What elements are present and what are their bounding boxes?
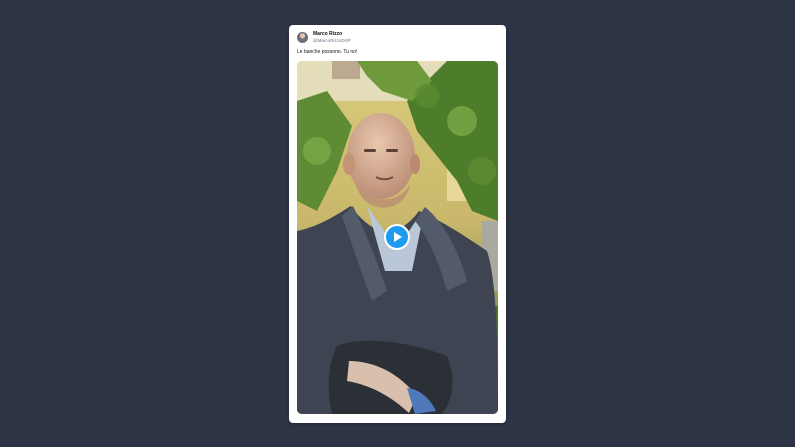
tweet-card[interactable]: Marco Rizzo @MarcoRizzoDSP Le banche pos… (289, 25, 506, 423)
author-block: Marco Rizzo @MarcoRizzoDSP (313, 32, 351, 44)
tweet-header: Marco Rizzo @MarcoRizzoDSP (297, 32, 351, 44)
play-button[interactable] (384, 224, 410, 250)
display-name[interactable]: Marco Rizzo (313, 32, 351, 37)
avatar[interactable] (297, 32, 308, 44)
user-handle[interactable]: @MarcoRizzoDSP (313, 38, 351, 44)
tweet-text: Le banche possono. Tu no! (297, 49, 358, 55)
page-background: Marco Rizzo @MarcoRizzoDSP Le banche pos… (0, 0, 795, 447)
play-icon (394, 232, 402, 242)
video-player[interactable] (297, 61, 498, 414)
